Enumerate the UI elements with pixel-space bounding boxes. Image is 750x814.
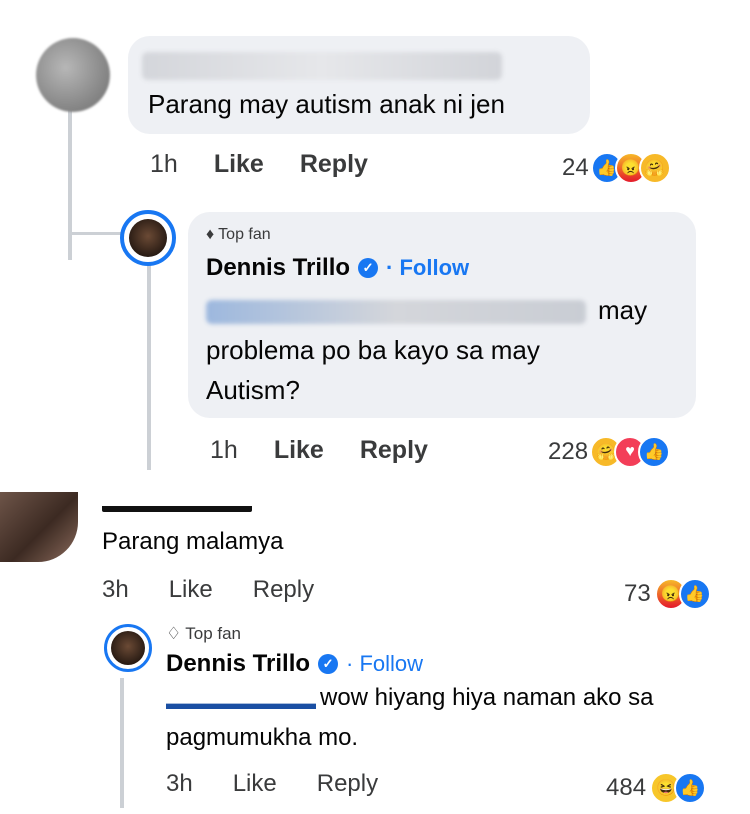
like-icon: 👍 [678, 578, 711, 610]
redacted-mention [206, 300, 586, 324]
like-button[interactable]: Like [274, 430, 324, 470]
reply-button[interactable]: Reply [360, 430, 428, 470]
dennis-trillo-avatar[interactable] [120, 210, 176, 266]
reaction-count: 228 [548, 438, 589, 465]
reply-button[interactable]: Reply [253, 570, 314, 610]
care-icon: 🤗 [638, 152, 671, 184]
comment-time[interactable]: 1h [150, 144, 178, 184]
reply-text-line1-tail: may [598, 295, 648, 325]
like-button[interactable]: Like [169, 570, 213, 610]
reply-button[interactable]: Reply [300, 144, 368, 184]
author-row: Dennis Trillo ✓ · Follow [166, 650, 423, 678]
reaction-summary[interactable]: 228 🤗 ♥ 👍 [548, 432, 671, 472]
thread-1: Parang may autism anak ni jen 1h Like Re… [0, 0, 750, 478]
follow-button[interactable]: · Follow [346, 651, 423, 677]
like-icon: 👍 [674, 772, 707, 804]
author-name[interactable]: Dennis Trillo [206, 254, 350, 282]
diamond-icon: ♢ [166, 624, 182, 643]
dennis-trillo-avatar[interactable] [104, 624, 152, 672]
top-fan-label: Top fan [218, 226, 271, 243]
comment-text: Parang may autism anak ni jen [148, 89, 505, 119]
reply-text-line3: Autism? [206, 375, 300, 405]
comment-time[interactable]: 3h [102, 570, 129, 610]
like-button[interactable]: Like [233, 764, 277, 804]
diamond-icon: ♦ [206, 226, 215, 243]
reply-text-line2: pagmumukha mo. [166, 724, 359, 751]
redacted-mention [166, 703, 316, 709]
top-fan-badge: ♦ Top fan [206, 226, 271, 244]
verified-icon: ✓ [318, 654, 339, 674]
author-name[interactable]: Dennis Trillo [166, 650, 310, 678]
reply-thread-line [120, 678, 124, 808]
reaction-summary[interactable]: 73 😠 👍 [624, 574, 711, 614]
reply-thread-line [147, 260, 151, 470]
reaction-count: 73 [624, 580, 651, 607]
top-fan-badge: ♢ Top fan [166, 624, 241, 644]
reaction-summary[interactable]: 484 😆 👍 [606, 768, 707, 808]
comment-actions: 1h Like Reply [150, 144, 368, 184]
reply-actions: 1h Like Reply [210, 430, 428, 470]
comment-actions: 3h Like Reply [102, 570, 314, 610]
verified-icon: ✓ [358, 258, 379, 278]
reply-time[interactable]: 1h [210, 430, 238, 470]
like-button[interactable]: Like [214, 144, 264, 184]
reply-actions: 3h Like Reply [166, 764, 378, 804]
thread-line [68, 110, 72, 260]
avatar[interactable] [36, 38, 110, 112]
reaction-count: 484 [606, 774, 647, 801]
reply-text-line1-tail: wow hiyang hiya naman ako sa [320, 684, 654, 711]
top-fan-label: Top fan [185, 624, 242, 643]
thread-2: Parang malamya 3h Like Reply 73 😠 👍 ♢ To… [0, 478, 750, 814]
reaction-summary[interactable]: 24 👍 😠 🤗 [562, 148, 671, 188]
reaction-count: 24 [562, 154, 589, 181]
reply-time[interactable]: 3h [166, 764, 193, 804]
like-icon: 👍 [638, 436, 671, 468]
reply-text-line2: problema po ba kayo sa may [206, 335, 540, 365]
author-row: Dennis Trillo ✓ · Follow [206, 254, 469, 282]
reply-bubble: ♦ Top fan Dennis Trillo ✓ · Follow may p… [188, 212, 696, 418]
reply-button[interactable]: Reply [317, 764, 378, 804]
comment-text: Parang malamya [102, 528, 284, 555]
redacted-username [142, 52, 502, 80]
avatar[interactable] [0, 492, 78, 562]
comment-bubble: Parang may autism anak ni jen [128, 36, 590, 134]
redacted-username [102, 506, 252, 512]
follow-button[interactable]: · Follow [386, 255, 469, 281]
